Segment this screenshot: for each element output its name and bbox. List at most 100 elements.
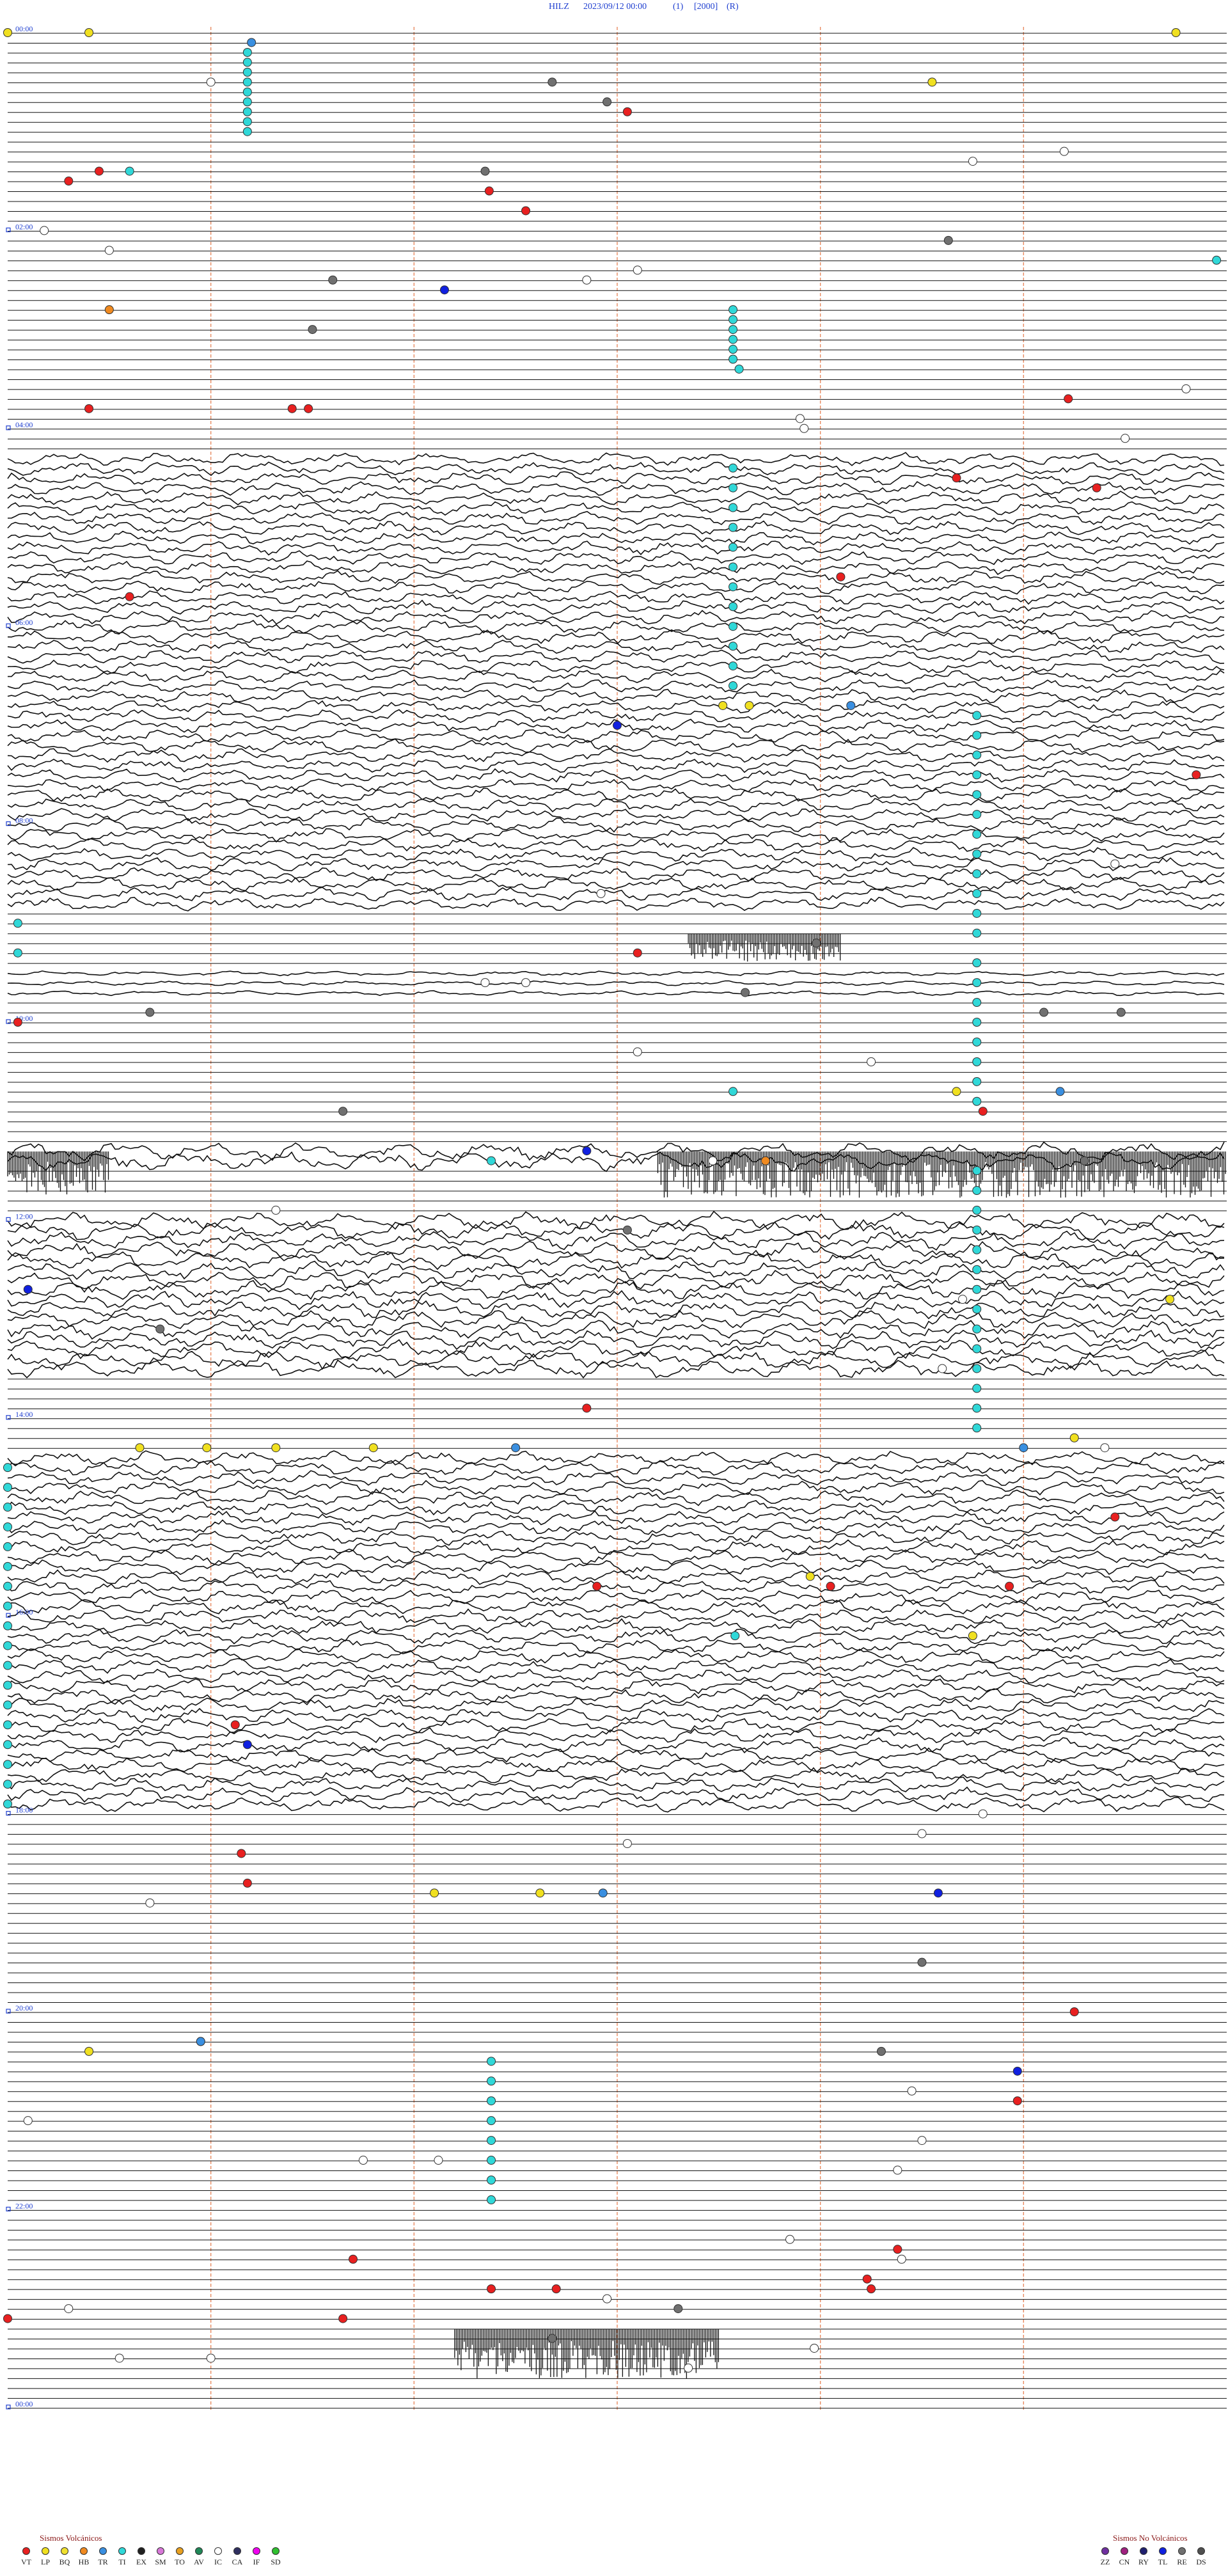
trace-row bbox=[7, 867, 1225, 882]
event-marker-ic bbox=[684, 2363, 693, 2373]
event-marker-ti bbox=[728, 523, 738, 532]
event-marker-ti bbox=[972, 1324, 982, 1334]
event-marker-lp bbox=[968, 1631, 977, 1641]
event-marker-re bbox=[622, 1225, 632, 1235]
trace-row bbox=[7, 1737, 1225, 1753]
legend-code: AV bbox=[194, 2557, 204, 2566]
event-marker-ti bbox=[242, 87, 252, 97]
trace-row bbox=[7, 550, 1225, 565]
event-marker-lp bbox=[202, 1443, 212, 1453]
trace-row bbox=[7, 1359, 1225, 1379]
trace-row bbox=[7, 1658, 1225, 1674]
trace-row bbox=[7, 1639, 1225, 1655]
event-marker-tr bbox=[511, 1443, 521, 1453]
legend-item-ca: CA bbox=[229, 2547, 246, 2567]
event-marker-vt bbox=[484, 186, 494, 196]
event-marker-ti bbox=[728, 542, 738, 552]
legend-code: SD bbox=[271, 2557, 281, 2566]
trace-row bbox=[7, 599, 1225, 615]
event-marker-ti bbox=[972, 849, 982, 859]
event-marker-vt bbox=[13, 1018, 22, 1027]
event-marker-ic bbox=[582, 275, 592, 285]
trace-row bbox=[7, 778, 1225, 793]
legend-item-if: IF bbox=[248, 2547, 265, 2567]
trace-row bbox=[7, 887, 1225, 901]
event-marker-ic bbox=[434, 2156, 443, 2165]
legend-swatch bbox=[42, 2547, 49, 2555]
event-marker-ic bbox=[633, 265, 642, 275]
event-marker-ti bbox=[728, 335, 738, 344]
event-marker-vt bbox=[1110, 1512, 1120, 1522]
legend-item-re: RE bbox=[1174, 2547, 1190, 2567]
legend-item-vt: VT bbox=[18, 2547, 35, 2567]
legend-item-sm: SM bbox=[152, 2547, 169, 2567]
event-marker-vt bbox=[237, 1849, 246, 1858]
event-marker-ti bbox=[242, 67, 252, 77]
event-marker-re bbox=[328, 275, 338, 285]
event-marker-vt bbox=[64, 177, 74, 186]
legend-swatch bbox=[1197, 2547, 1205, 2555]
trace-row bbox=[7, 480, 1225, 496]
event-marker-vt bbox=[287, 404, 297, 413]
trace-row bbox=[7, 1549, 1225, 1565]
trace-row bbox=[7, 541, 1225, 556]
trace-row bbox=[7, 990, 1225, 997]
event-marker-ti bbox=[728, 503, 738, 512]
event-marker-ic bbox=[206, 2353, 216, 2363]
event-marker-ic bbox=[799, 423, 809, 433]
event-marker-ti bbox=[972, 1364, 982, 1373]
event-marker-ic bbox=[795, 414, 805, 423]
trace-row bbox=[7, 520, 1225, 535]
legend-swatch bbox=[272, 2547, 279, 2555]
trace-row bbox=[7, 1608, 1225, 1624]
event-marker-ti bbox=[972, 978, 982, 988]
event-marker-ic bbox=[521, 978, 531, 988]
event-marker-ic bbox=[596, 889, 606, 898]
event-marker-ti bbox=[728, 642, 738, 651]
legend-code: EX bbox=[136, 2557, 146, 2566]
hour-labels: 00:0002:0004:0006:0008:0010:0012:0014:00… bbox=[6, 24, 33, 2410]
event-marker-vt bbox=[1069, 2007, 1079, 2016]
event-marker-ti bbox=[728, 325, 738, 335]
event-marker-ti bbox=[972, 770, 982, 780]
event-marker-ti bbox=[972, 1423, 982, 1433]
event-marker-ti bbox=[972, 928, 982, 938]
event-marker-tl bbox=[582, 1146, 592, 1156]
legend-swatch bbox=[118, 2547, 126, 2555]
event-marker-ti bbox=[728, 345, 738, 354]
event-marker-ti bbox=[972, 1077, 982, 1086]
event-marker-tr bbox=[846, 700, 856, 710]
event-marker-vt bbox=[94, 166, 104, 176]
trace-row bbox=[7, 758, 1225, 773]
event-marker-lp bbox=[744, 700, 754, 710]
trace-row bbox=[7, 570, 1225, 585]
event-marker-ti bbox=[728, 681, 738, 691]
trace-row bbox=[7, 1688, 1225, 1704]
event-marker-ti bbox=[972, 869, 982, 878]
event-marker-tr bbox=[196, 2037, 205, 2046]
event-marker-ti bbox=[728, 315, 738, 324]
trace-row bbox=[7, 1480, 1225, 1496]
trace-row bbox=[7, 1776, 1225, 1793]
trace-row bbox=[7, 1569, 1225, 1585]
event-marker-vt bbox=[84, 404, 94, 413]
legend-item-sd: SD bbox=[267, 2547, 284, 2567]
trace-row bbox=[7, 560, 1225, 575]
event-marker-ti bbox=[972, 1166, 982, 1176]
event-marker-ic bbox=[708, 1156, 718, 1166]
event-marker-vt bbox=[592, 1581, 602, 1591]
event-marker-ti bbox=[487, 2096, 496, 2106]
event-marker-ti bbox=[3, 1799, 12, 1809]
legend-code: RE bbox=[1177, 2557, 1187, 2566]
legend-item-zz: ZZ bbox=[1097, 2547, 1114, 2567]
event-marker-ic bbox=[1121, 434, 1130, 443]
event-marker-lp bbox=[84, 2046, 94, 2056]
trace-row bbox=[7, 530, 1225, 546]
legend-swatch bbox=[176, 2547, 184, 2555]
event-marker-ic bbox=[810, 2343, 819, 2353]
event-marker-lp bbox=[535, 1888, 545, 1898]
event-marker-ti bbox=[728, 622, 738, 631]
event-marker-ti bbox=[1212, 255, 1222, 265]
event-marker-ti bbox=[487, 2195, 496, 2204]
event-marker-re bbox=[547, 2334, 557, 2343]
